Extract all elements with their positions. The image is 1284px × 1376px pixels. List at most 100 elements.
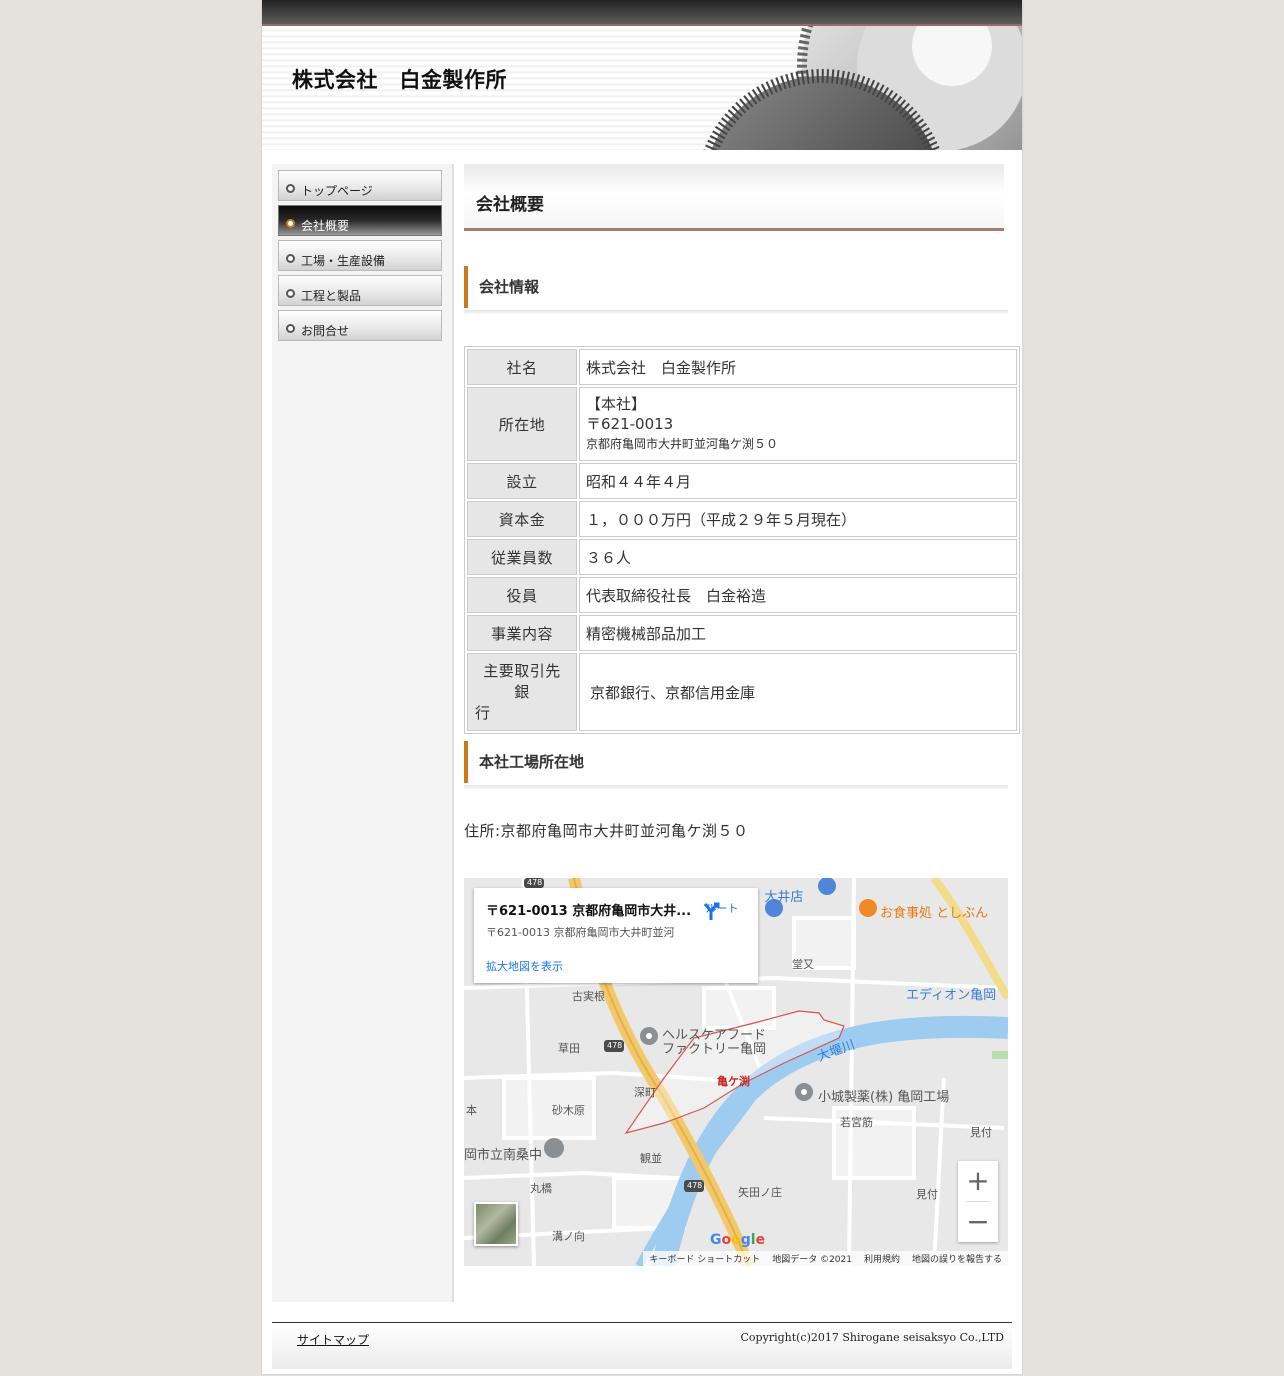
company-info-table: 社名 株式会社 白金製作所 所在地 【本社】 〒621-0013 京都府亀岡市大… bbox=[464, 346, 1020, 734]
map-info-card: 〒621-0013 京都府亀岡市大井... 〒621-0013 京都府亀岡市大井… bbox=[474, 888, 758, 983]
table-value: 株式会社 白金製作所 bbox=[579, 349, 1017, 385]
map-label-edion: エディオン亀岡 bbox=[906, 988, 997, 1003]
section-heading-text: 本社工場所在地 bbox=[479, 753, 585, 771]
site-title: 株式会社 白金製作所 bbox=[292, 68, 507, 92]
nav-item-top[interactable]: トップページ bbox=[278, 170, 442, 201]
map-label-wakamiya: 若宮筋 bbox=[840, 1116, 873, 1129]
nav-item-contact[interactable]: お問合せ bbox=[278, 310, 442, 341]
table-key: 資本金 bbox=[467, 501, 577, 537]
key-line: 行 bbox=[475, 703, 491, 722]
map-label-yatanosho: 矢田ノ庄 bbox=[738, 1186, 782, 1199]
zoom-control: + − bbox=[958, 1161, 998, 1242]
table-row: 役員 代表取締役社長 白金裕造 bbox=[467, 577, 1017, 613]
table-key: 社名 bbox=[467, 349, 577, 385]
nav-item-company[interactable]: 会社概要 bbox=[278, 205, 442, 236]
zoom-in-button[interactable]: + bbox=[958, 1161, 998, 1201]
copyright-text: Copyright(c)2017 Shirogane seisaksyo Co.… bbox=[740, 1331, 1004, 1344]
table-row: 所在地 【本社】 〒621-0013 京都府亀岡市大井町並河亀ケ渕５０ bbox=[467, 387, 1017, 461]
bullet-icon bbox=[286, 254, 295, 263]
nav-item-label: お問合せ bbox=[301, 324, 350, 338]
route-shield-label: 478 bbox=[607, 1041, 623, 1050]
bullet-icon bbox=[286, 184, 295, 193]
table-key: 役員 bbox=[467, 577, 577, 613]
map-label-mizonomukai: 溝ノ向 bbox=[552, 1230, 585, 1243]
sitemap-link[interactable]: サイトマップ bbox=[297, 1331, 369, 1348]
restaurant-icon bbox=[859, 899, 877, 917]
table-row: 資本金 １，０００万円（平成２９年５月現在） bbox=[467, 501, 1017, 537]
bullet-icon bbox=[286, 289, 295, 298]
route-shield-label: 478 bbox=[687, 1181, 703, 1190]
section-heading-location: 本社工場所在地 bbox=[464, 741, 1008, 789]
enlarge-map-link[interactable]: 拡大地図を表示 bbox=[486, 958, 563, 974]
table-row: 事業内容 精密機械部品加工 bbox=[467, 615, 1017, 651]
key-line: 銀 bbox=[514, 682, 530, 701]
route-shield-label: 478 bbox=[527, 878, 543, 887]
terms-link[interactable]: 利用規約 bbox=[864, 1252, 900, 1265]
table-value: １，０００万円（平成２９年５月現在） bbox=[579, 501, 1017, 537]
table-key: 従業員数 bbox=[467, 539, 577, 575]
pin-icon bbox=[640, 1027, 658, 1045]
map-footer: キーボード ショートカット 地図データ ©2021 利用規約 地図の誤りを報告す… bbox=[643, 1251, 1008, 1266]
page-footer: サイトマップ Copyright(c)2017 Shirogane seisak… bbox=[272, 1322, 1012, 1369]
table-key: 主要取引先 銀 行 bbox=[467, 653, 577, 731]
keyboard-shortcuts-link[interactable]: キーボード ショートカット bbox=[649, 1252, 760, 1265]
map-label-mitsuke: 見付 bbox=[970, 1126, 992, 1139]
table-value: 代表取締役社長 白金裕造 bbox=[579, 577, 1017, 613]
table-row: 主要取引先 銀 行 京都銀行、京都信用金庫 bbox=[467, 653, 1017, 731]
zoom-out-button[interactable]: − bbox=[958, 1202, 998, 1242]
map-label-school: 岡市立南桑中 bbox=[464, 1148, 543, 1163]
page-title-box: 会社概要 bbox=[464, 164, 1004, 231]
nav-item-factory[interactable]: 工場・生産設備 bbox=[278, 240, 442, 271]
map-label-mitsuke-2: 見付 bbox=[916, 1188, 938, 1201]
map-label-fukamachi: 深町 bbox=[634, 1086, 656, 1099]
nav-item-process[interactable]: 工程と製品 bbox=[278, 275, 442, 306]
table-row: 設立 昭和４４年４月 bbox=[467, 463, 1017, 499]
nav-item-label: 工場・生産設備 bbox=[301, 254, 386, 268]
address-text: 京都府亀岡市大井町並河亀ケ渕５０ bbox=[586, 437, 779, 451]
postal-code: 〒621-0013 bbox=[586, 415, 674, 433]
address-line: 住所:京都府亀岡市大井町並河亀ケ渕５０ bbox=[464, 822, 749, 840]
map-label-moto: 本 bbox=[466, 1104, 477, 1117]
route-button[interactable]: ルート bbox=[700, 900, 744, 920]
map-label-shiro: 小城製薬(株) 亀岡工場 bbox=[818, 1090, 950, 1105]
page-container: 株式会社 白金製作所 トップページ 会社概要 工場・生産設備 工程と製品 お問合… bbox=[262, 0, 1022, 1374]
map-label-kamegafuchi: 亀ケ渕 bbox=[717, 1075, 750, 1088]
map-card-title: 〒621-0013 京都府亀岡市大井... bbox=[486, 904, 692, 919]
section-heading-text: 会社情報 bbox=[479, 278, 540, 296]
satellite-toggle-button[interactable] bbox=[474, 1202, 518, 1246]
map-label-kusada: 草田 bbox=[558, 1042, 580, 1055]
school-icon bbox=[544, 1138, 564, 1158]
nav-item-label: 会社概要 bbox=[301, 219, 350, 233]
bullet-icon bbox=[286, 219, 295, 228]
map-data-label: 地図データ ©2021 bbox=[772, 1255, 852, 1265]
table-row: 社名 株式会社 白金製作所 bbox=[467, 349, 1017, 385]
nav-item-label: トップページ bbox=[301, 184, 373, 198]
map-label-doumata: 堂又 bbox=[792, 958, 814, 971]
map-card-address: 〒621-0013 京都府亀岡市大井町並河 bbox=[486, 926, 675, 939]
bullet-icon bbox=[286, 324, 295, 333]
section-heading-company-info: 会社情報 bbox=[464, 266, 1008, 314]
site-header: 株式会社 白金製作所 bbox=[262, 26, 1022, 150]
top-bar bbox=[262, 0, 1022, 26]
table-value: 【本社】 〒621-0013 京都府亀岡市大井町並河亀ケ渕５０ bbox=[579, 387, 1017, 461]
map-label-restaurant: お食事処 としぶん bbox=[880, 906, 989, 921]
table-value: 京都銀行、京都信用金庫 bbox=[579, 653, 1017, 731]
table-key: 事業内容 bbox=[467, 615, 577, 651]
table-key: 設立 bbox=[467, 463, 577, 499]
table-value: 昭和４４年４月 bbox=[579, 463, 1017, 499]
map-label-health2: ファクトリー亀岡 bbox=[662, 1042, 767, 1057]
embedded-map[interactable]: コープエフ 大井店 お食事処 としぶん 堂又 エディオン亀岡 古実根 ヘルスケア… bbox=[464, 878, 1008, 1266]
map-label-maruhashi: 丸橋 bbox=[530, 1182, 552, 1195]
nav-item-label: 工程と製品 bbox=[301, 289, 362, 303]
table-row: 従業員数 ３６人 bbox=[467, 539, 1017, 575]
table-value: ３６人 bbox=[579, 539, 1017, 575]
address-label: 【本社】 bbox=[586, 395, 647, 413]
google-logo: Google bbox=[710, 1232, 766, 1248]
map-label-sunaki: 砂木原 bbox=[552, 1104, 585, 1117]
directions-icon bbox=[703, 902, 720, 920]
table-key: 所在地 bbox=[467, 387, 577, 461]
pin-icon bbox=[795, 1083, 813, 1101]
map-label-kannami: 観並 bbox=[640, 1152, 662, 1165]
sidebar: トップページ 会社概要 工場・生産設備 工程と製品 お問合せ bbox=[272, 164, 454, 1302]
report-error-link[interactable]: 地図の誤りを報告する bbox=[912, 1252, 1002, 1265]
